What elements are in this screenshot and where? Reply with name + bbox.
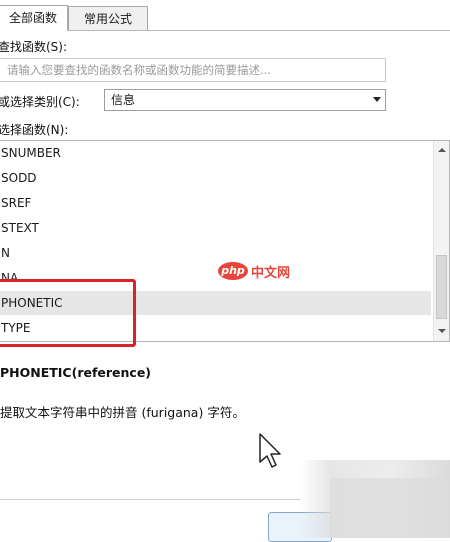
divider xyxy=(0,499,300,500)
php-logo-icon: php xyxy=(218,262,248,280)
highlight-box xyxy=(0,279,136,347)
function-list-label: 选择函数(N): xyxy=(0,123,69,137)
search-label: 查找函数(S): xyxy=(0,40,68,54)
search-input[interactable]: 请输入您要查找的函数名称或函数功能的简要描述... xyxy=(0,58,386,82)
category-label: 或选择类别(C): xyxy=(0,95,80,109)
function-description: 提取文本字符串中的拼音 (furigana) 字符。 xyxy=(0,405,245,420)
scroll-up-arrow-icon[interactable] xyxy=(438,148,446,152)
function-signature: PHONETIC(reference) xyxy=(0,365,152,380)
tab-all-functions[interactable]: 全部函数 xyxy=(0,5,68,31)
mouse-pointer-icon xyxy=(259,433,281,468)
blurred-region xyxy=(330,478,450,538)
chevron-down-icon[interactable] xyxy=(373,97,381,102)
tab-strip: 全部函数 常用公式 xyxy=(0,0,450,31)
tab-common-formulas[interactable]: 常用公式 xyxy=(68,6,148,30)
list-scrollbar[interactable] xyxy=(433,141,449,341)
scrollbar-thumb[interactable] xyxy=(436,255,447,319)
list-item[interactable]: SNUMBER xyxy=(0,141,431,165)
list-item[interactable]: N xyxy=(0,241,431,265)
category-select-value: 信息 xyxy=(111,93,136,107)
watermark: php 中文网 xyxy=(218,261,290,281)
category-select[interactable]: 信息 xyxy=(104,89,386,111)
list-item[interactable]: SODD xyxy=(0,166,431,190)
list-item[interactable]: SREF xyxy=(0,191,431,215)
watermark-text: 中文网 xyxy=(251,265,291,281)
scroll-down-arrow-icon[interactable] xyxy=(438,329,446,333)
list-item[interactable]: STEXT xyxy=(0,216,431,240)
